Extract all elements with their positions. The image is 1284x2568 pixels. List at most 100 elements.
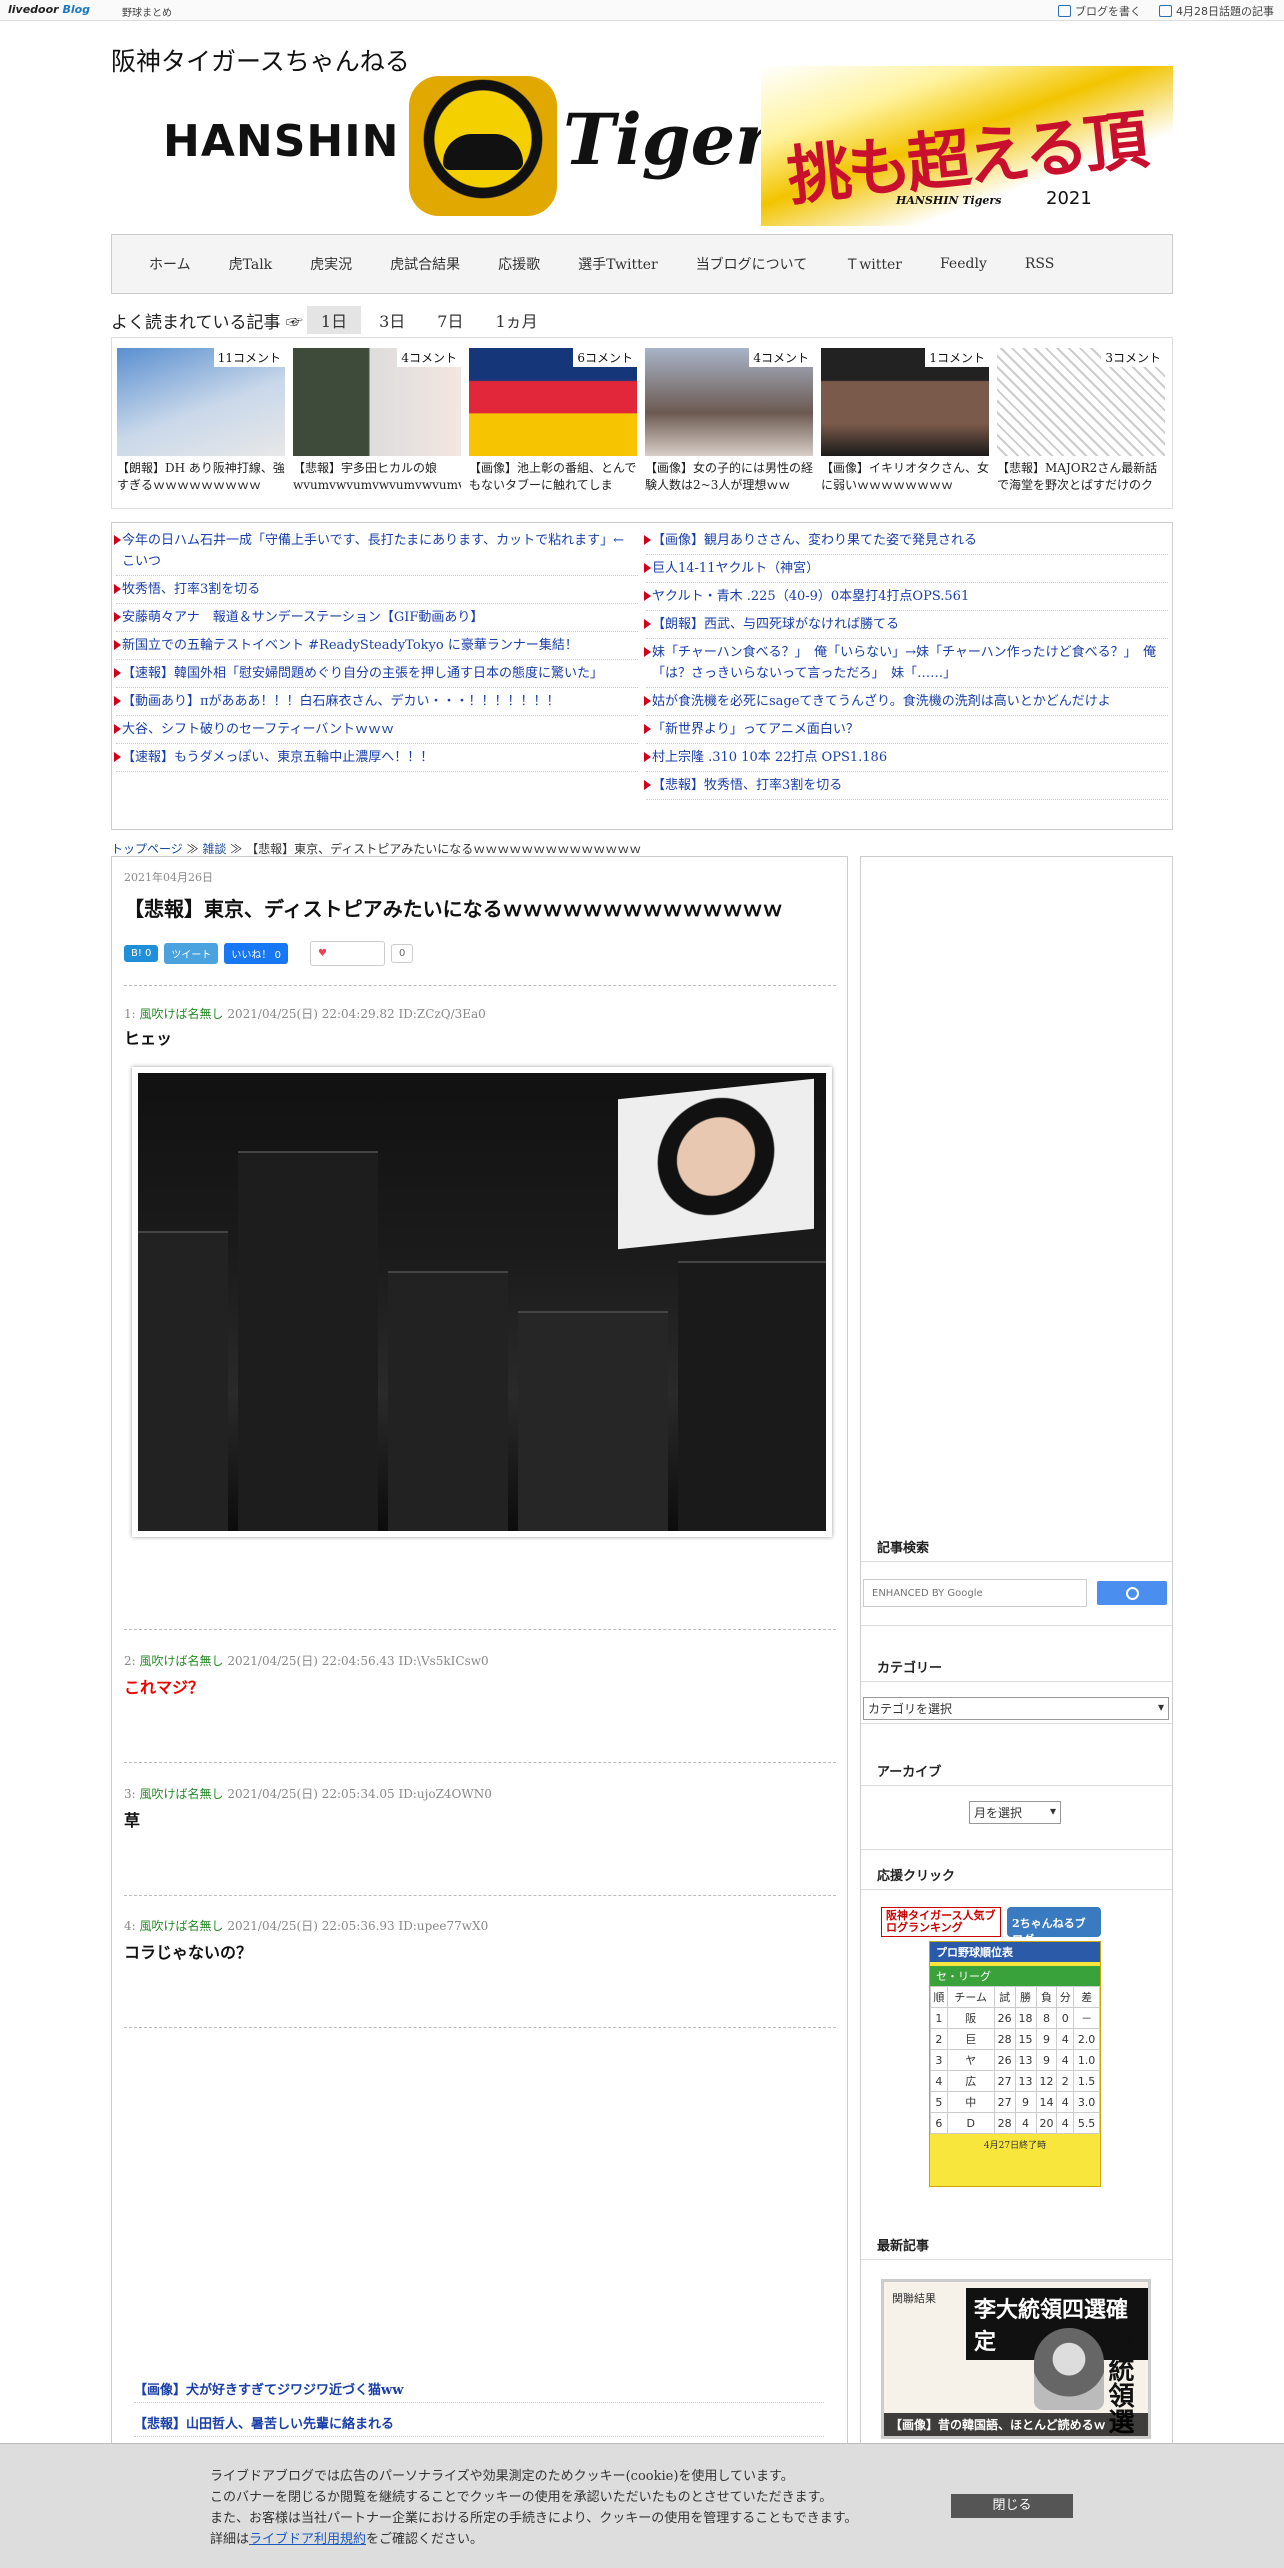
portrait-image xyxy=(1034,2328,1104,2410)
nav-live[interactable]: 虎実況 xyxy=(291,254,371,274)
terms-link[interactable]: ライブドア利用規約 xyxy=(249,2532,366,2547)
post-date: 2021年04月26日 xyxy=(124,871,213,884)
nav-songs[interactable]: 応援歌 xyxy=(479,254,559,274)
link-item[interactable]: 大谷、シフト破りのセーフティーバントｗｗｗ xyxy=(114,716,638,744)
res-header: 2: 風吹けば名無し 2021/04/25(日) 22:04:56.43 ID:… xyxy=(124,1654,489,1668)
nav-rss[interactable]: RSS xyxy=(1006,256,1073,272)
share-buttons: B! 0 ツイート いいね！ 0 ♥ Pocket 0 xyxy=(124,941,414,966)
search-heading: 記事検索 xyxy=(877,1541,930,1556)
breadcrumb-category[interactable]: 雑談 xyxy=(202,842,226,856)
link-item[interactable]: 新国立での五輪テストイベント #ReadySteadyTokyo に豪華ランナー… xyxy=(114,632,638,660)
sidebar: 記事検索 カテゴリー カテゴリを選択▾ アーカイブ 月を選択▾ 応援クリック 阪… xyxy=(860,856,1173,2556)
nav-results[interactable]: 虎試合結果 xyxy=(371,254,479,274)
breadcrumb-top[interactable]: トップページ xyxy=(111,842,183,856)
popular-label: よく読まれている記事 ☞ xyxy=(111,312,303,333)
calendar-icon xyxy=(1159,5,1172,17)
thumbnail-image: 1コメント xyxy=(821,348,989,456)
standings-table: プロ野球順位表 セ・リーグ 順チーム試勝負分差 1 阪 26 18 8 0 － 2 巨 28 15… xyxy=(929,1941,1101,2187)
link-item[interactable]: 村上宗隆 .310 10本 22打点 OPS1.186 xyxy=(644,744,1168,772)
link-item[interactable]: 姑が食洗機を必死にsageてきてうんざり。食洗機の洗剤は高いとかどんだけよ xyxy=(644,688,1168,716)
link-item[interactable]: 【画像】観月ありささん、変わり果てた姿で発見される xyxy=(644,527,1168,555)
popular-item[interactable]: 1コメント 【画像】イキリオタクさん、女に弱いｗｗｗｗｗｗｗｗ xyxy=(821,348,989,500)
tab-1month[interactable]: 1ヵ月 xyxy=(481,306,551,334)
link-item[interactable]: 【速報】もうダメっぽい、東京五輪中止濃厚へ！！！ xyxy=(114,744,638,772)
res-header: 1: 風吹けば名無し 2021/04/25(日) 22:04:29.82 ID:… xyxy=(124,1007,486,1021)
cookie-close-button[interactable]: 閉じる xyxy=(951,2494,1073,2518)
related-link[interactable]: 【画像】犬が好きすぎてジワジワ近づく猫ww xyxy=(134,2379,824,2403)
top-bar: livedoor Blog 野球まとめ ブログを書く 4月28日話題の記事 xyxy=(0,0,1284,21)
hatena-button[interactable]: B! 0 xyxy=(124,945,159,962)
divider xyxy=(124,1895,836,1896)
post-title[interactable]: 【悲報】東京、ディストピアみたいになるｗｗｗｗｗｗｗｗｗｗｗｗｗｗ xyxy=(124,893,783,922)
link-item[interactable]: 【朗報】西武、与四死球がなければ勝てる xyxy=(644,611,1168,639)
pocket-button[interactable]: ♥ Pocket xyxy=(309,941,385,966)
link-item[interactable]: 「新世界より」ってアニメ面白い？ xyxy=(644,716,1168,744)
link-item[interactable]: 牧秀悟、打率3割を切る xyxy=(114,576,638,604)
thumbnail-image: 11コメント xyxy=(117,348,285,456)
banner-hanshin-text: HANSHIN xyxy=(163,116,400,167)
pocket-count: 0 xyxy=(390,944,414,963)
like-button[interactable]: いいね！ 0 xyxy=(224,943,288,964)
header-banner[interactable]: HANSHIN Tigers 挑も超える頂へ HANSHIN Tigers 20… xyxy=(111,66,1173,306)
tweet-button[interactable]: ツイート xyxy=(164,943,219,964)
popular-item[interactable]: 4コメント【悲報】宇多田ヒカルの娘 wvumvwvumvwvumvwvumvwv… xyxy=(293,348,461,500)
ranking-widget[interactable]: 阪神タイガース人気ブログランキング 2ちゃんねるブログ プロ野球順位表 セ・リー… xyxy=(881,1907,1151,2187)
popular-item[interactable]: 3コメント 【悲報】MAJOR2さん最新話で海堂を野次とばすだけのク xyxy=(997,348,1165,500)
nav-tora-talk[interactable]: 虎Talk xyxy=(210,254,292,274)
popular-item[interactable]: 4コメント 【画像】女の子的には男性の経験人数は2~3人が理想ｗｗ xyxy=(645,348,813,500)
nav-feedly[interactable]: Feedly xyxy=(921,256,1006,272)
tab-3day[interactable]: 3日 xyxy=(365,306,419,334)
thumbnail-image: 4コメント xyxy=(645,348,813,456)
breadcrumb: トップページ ≫ 雑談 ≫ 【悲報】東京、ディストピアみたいになるｗｗｗｗｗｗｗ… xyxy=(111,842,642,856)
archive-select[interactable]: 月を選択 ▾ xyxy=(969,1801,1061,1824)
write-blog-link[interactable]: ブログを書く xyxy=(1058,3,1141,19)
links-left-column: 今年の日ハム石井一成「守備上手いです、長打たまにあります、カットで粘れます」←こ… xyxy=(112,527,642,825)
tokyo-night-photo[interactable] xyxy=(132,1067,832,1537)
nav-player-twitter[interactable]: 選手Twitter xyxy=(559,254,677,274)
link-item[interactable]: 【動画あり】πがあああ！！！白石麻衣さん、デカい・・・！！！！！！！ xyxy=(114,688,638,716)
2ch-blog-banner[interactable]: 2ちゃんねるブログ xyxy=(1007,1907,1101,1946)
slogan-graphic: 挑も超える頂へ HANSHIN Tigers 2021 xyxy=(761,66,1173,306)
support-heading: 応援クリック xyxy=(877,1869,956,1884)
popular-header: よく読まれている記事 ☞ 1日 3日 7日 1ヵ月 xyxy=(111,306,1173,334)
trending-link[interactable]: 4月28日話題の記事 xyxy=(1159,3,1274,19)
category-heading: カテゴリー xyxy=(877,1661,943,1676)
divider xyxy=(124,1629,836,1630)
archive-heading: アーカイブ xyxy=(877,1765,942,1780)
blog-category-link[interactable]: 野球まとめ xyxy=(122,4,172,19)
cookie-text: ライブドアブログでは広告のパーソナライズや効果測定のためクッキー(cookie)… xyxy=(210,2469,858,2547)
tiger-logo-icon xyxy=(409,76,557,216)
search-button[interactable] xyxy=(1097,1581,1167,1605)
link-item[interactable]: 【速報】韓国外相「慰安婦問題めぐり自分の主張を押し通す日本の態度に驚いた」 xyxy=(114,660,638,688)
popular-item[interactable]: 11コメント 【朗報】DH あり阪神打線、強すぎるｗｗｗｗｗｗｗｗｗ xyxy=(117,348,285,500)
livedoor-logo[interactable]: livedoor Blog xyxy=(8,3,90,16)
popular-item[interactable]: 6コメント 【画像】池上彰の番組、とんでもないタブーに触れてしま xyxy=(469,348,637,500)
link-item[interactable]: 【悲報】牧秀悟、打率3割を切る xyxy=(644,772,1168,800)
link-item[interactable]: 安藤萌々アナ 報道＆サンデーステーション【GIF動画あり】 xyxy=(114,604,638,632)
global-nav: ホーム 虎Talk 虎実況 虎試合結果 応援歌 選手Twitter 当ブログにつ… xyxy=(111,234,1173,294)
thumbnail-image: 3コメント xyxy=(997,348,1165,456)
res-body: 草 xyxy=(124,1811,141,1830)
article: 2021年04月26日 【悲報】東京、ディストピアみたいになるｗｗｗｗｗｗｗｗｗ… xyxy=(111,856,848,2456)
nav-home[interactable]: ホーム xyxy=(130,254,210,274)
search-input[interactable] xyxy=(863,1579,1087,1607)
latest-heading: 最新記事 xyxy=(877,2239,930,2254)
latest-article-card[interactable]: 関聯結果 李大統領四選確定 副統領選 【画像】昔の韓国語、ほとんど読めるｗ xyxy=(881,2279,1151,2439)
nav-about[interactable]: 当ブログについて xyxy=(677,254,827,274)
blog-ranking-banner[interactable]: 阪神タイガース人気ブログランキング xyxy=(881,1907,1001,1937)
breadcrumb-current: 【悲報】東京、ディストピアみたいになるｗｗｗｗｗｗｗｗｗｗｗｗｗｗ xyxy=(246,842,642,856)
link-item[interactable]: 巨人14-11ヤクルト（神宮） xyxy=(644,555,1168,583)
link-item[interactable]: 今年の日ハム石井一成「守備上手いです、長打たまにあります、カットで粘れます」←こ… xyxy=(114,527,638,576)
popular-list: 11コメント 【朗報】DH あり阪神打線、強すぎるｗｗｗｗｗｗｗｗｗ 4コメント【… xyxy=(111,337,1173,509)
links-right-column: 【画像】観月ありささん、変わり果てた姿で発見される 巨人14-11ヤクルト（神宮… xyxy=(642,527,1172,825)
category-select[interactable]: カテゴリを選択 ▾ xyxy=(863,1697,1169,1720)
tab-7day[interactable]: 7日 xyxy=(423,306,477,334)
related-link[interactable]: 【悲報】山田哲人、暑苦しい先輩に絡まれる xyxy=(134,2413,824,2437)
nav-twitter[interactable]: Ｔwitter xyxy=(826,254,921,274)
link-item[interactable]: ヤクルト・青木 .225（40-9）0本塁打4打点OPS.561 xyxy=(644,583,1168,611)
thumbnail-image: 6コメント xyxy=(469,348,637,456)
latest-article-title: 【画像】昔の韓国語、ほとんど読めるｗ xyxy=(884,2413,1148,2436)
tab-1day[interactable]: 1日 xyxy=(306,306,362,334)
res-body: コラじゃないの？ xyxy=(124,1943,253,1962)
link-item[interactable]: 妹「チャーハン食べる？」 俺「いらない」→妹「チャーハン作ったけど食べる？」 俺… xyxy=(644,639,1168,688)
